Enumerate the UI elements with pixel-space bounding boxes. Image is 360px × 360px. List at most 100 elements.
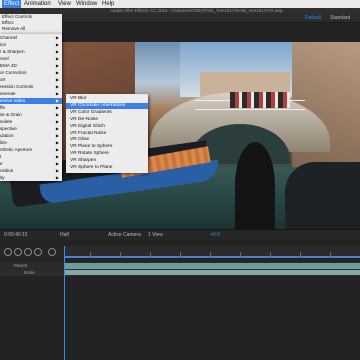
parent-dropdown[interactable]: None [24, 270, 35, 276]
scene-gondola-center [235, 142, 275, 229]
scene-gondola-right [285, 162, 360, 229]
submenu-arrow-icon: ▶ [55, 84, 59, 89]
effect-category-label: solete [0, 119, 13, 124]
workspace-default[interactable]: Default [305, 14, 321, 22]
menu-window[interactable]: Window [76, 0, 97, 8]
effect-category-item[interactable]: se & Grain ▶ [0, 112, 62, 118]
effect-category-label: ort [0, 77, 6, 82]
vr-effect-item[interactable]: VR Digital Glitch [66, 124, 148, 130]
vr-effect-item[interactable]: VR Plane to Sphere [66, 144, 148, 150]
effect-category-item[interactable]: lize ▶ [0, 140, 62, 146]
effect-category-label: nthetic Aperture [0, 147, 33, 152]
vr-effect-item[interactable]: VR Color Gradients [66, 110, 148, 116]
ruler-tick [240, 252, 241, 258]
effect-category-item[interactable]: EMA 4D ▶ [0, 63, 62, 69]
effect-category-item[interactable]: Channel ▶ [0, 35, 62, 41]
effect-category-item[interactable]: ity ▶ [0, 175, 62, 181]
effect-category-label: enerate [0, 91, 16, 96]
effect-category-item[interactable]: nthetic Aperture ▶ [0, 147, 62, 153]
camera-dropdown[interactable]: Active Camera [108, 230, 141, 240]
vr-effect-item[interactable]: VR Chromatic Aberrations [66, 102, 148, 109]
submenu-arrow-icon: ▶ [55, 98, 59, 103]
ruler-tick [120, 252, 121, 258]
submenu-arrow-icon: ▶ [55, 140, 59, 145]
submenu-arrow-icon: ▶ [55, 154, 59, 159]
effect-category-label: ression Controls [0, 84, 34, 89]
timeline-panel [0, 240, 360, 360]
graph-editor-icon[interactable] [34, 248, 42, 256]
effect-category-label: nsition [0, 168, 14, 173]
submenu-arrow-icon: ▶ [55, 70, 59, 75]
submenu-arrow-icon: ▶ [55, 119, 59, 124]
submenu-arrow-icon: ▶ [55, 35, 59, 40]
effect-category-item[interactable]: ort ▶ [0, 77, 62, 83]
scene-people [230, 92, 290, 108]
effect-category-item[interactable]: t ▶ [0, 154, 62, 160]
effect-category-label: r & Sharpen [0, 49, 25, 54]
effect-category-item[interactable]: ulation ▶ [0, 133, 62, 139]
playhead[interactable] [64, 246, 65, 360]
effect-category-item[interactable]: or Correction ▶ [0, 70, 62, 76]
effect-category-label: ersive Video [0, 98, 26, 103]
vr-effect-item[interactable]: VR De-Noise [66, 117, 148, 123]
effect-category-label: lize [0, 140, 7, 145]
submenu-arrow-icon: ▶ [55, 56, 59, 61]
mac-menu-bar: Effect Animation View Window Help [0, 0, 360, 8]
frame-blending-icon[interactable] [14, 248, 22, 256]
timeline-circle-icon[interactable] [48, 248, 56, 256]
ruler-tick [330, 252, 331, 258]
submenu-arrow-icon: ▶ [55, 175, 59, 180]
effect-category-label: ity [0, 175, 5, 180]
ruler-tick [150, 252, 151, 258]
effect-category-label: Channel [0, 35, 18, 40]
effect-category-item[interactable]: ression Controls ▶ [0, 84, 62, 90]
effect-category-item[interactable]: nsition ▶ [0, 168, 62, 174]
ruler-tick [270, 252, 271, 258]
vr-effect-item[interactable]: VR Sphere to Plane [66, 165, 148, 171]
submenu-arrow-icon: ▶ [55, 42, 59, 47]
layer-duration-bar[interactable] [64, 263, 360, 269]
shy-layers-icon[interactable] [4, 248, 12, 256]
effect-category-item[interactable]: r & Sharpen ▶ [0, 49, 62, 55]
effect-category-item[interactable]: ersive Video ▶ [0, 98, 62, 105]
vr-effect-item[interactable]: VR Rotate Sphere [66, 151, 148, 157]
parent-column-label: Parent [14, 263, 28, 268]
menu-separator [0, 33, 62, 34]
effect-category-item[interactable]: ion ▶ [0, 42, 62, 48]
effect-category-label: or Correction [0, 70, 27, 75]
resolution-dropdown[interactable]: Half [60, 230, 69, 240]
motion-blur-icon[interactable] [24, 248, 32, 256]
effect-category-label: ffe [0, 105, 6, 110]
exposure-value[interactable]: +0.0 [210, 230, 220, 240]
work-area-bar[interactable] [64, 256, 360, 258]
effect-category-item[interactable]: e ▶ [0, 161, 62, 167]
submenu-arrow-icon: ▶ [55, 49, 59, 54]
effect-category-item[interactable]: ffe ▶ [0, 105, 62, 111]
menu-view[interactable]: View [58, 0, 71, 8]
ruler-tick [90, 252, 91, 258]
vr-effect-item[interactable]: VR Sharpen [66, 158, 148, 164]
vr-effect-item[interactable]: VR Fractal Noise [66, 131, 148, 137]
effect-category-label: se & Grain [0, 112, 22, 117]
submenu-arrow-icon: ▶ [55, 112, 59, 117]
vr-effect-item[interactable]: VR Glow [66, 137, 148, 143]
timecode-display[interactable]: 0:00:40:15 [4, 230, 28, 240]
workspace-standard[interactable]: Standard [330, 14, 350, 22]
effect-category-item[interactable]: enerate ▶ [0, 91, 62, 97]
views-dropdown[interactable]: 1 View [148, 230, 163, 240]
vr-effect-item[interactable]: VR Blur [66, 96, 148, 102]
effect-category-label: e [0, 161, 3, 166]
effect-category-item[interactable]: nnel ▶ [0, 56, 62, 62]
submenu-arrow-icon: ▶ [55, 105, 59, 110]
submenu-arrow-icon: ▶ [55, 91, 59, 96]
menu-effect[interactable]: Effect [2, 0, 22, 8]
effect-menu-top: Effect Controls Effect Remove All [0, 14, 62, 33]
effect-category-item[interactable]: spective ▶ [0, 126, 62, 132]
layer-duration-bar[interactable] [64, 270, 360, 275]
submenu-arrow-icon: ▶ [55, 147, 59, 152]
effect-menu-top-item[interactable]: Remove All [2, 26, 25, 32]
menu-animation[interactable]: Animation [24, 0, 51, 8]
viewer-footer: 0:00:40:15 Half Active Camera 1 View +0.… [0, 229, 360, 240]
effect-category-item[interactable]: solete ▶ [0, 119, 62, 125]
menu-help[interactable]: Help [102, 0, 114, 8]
